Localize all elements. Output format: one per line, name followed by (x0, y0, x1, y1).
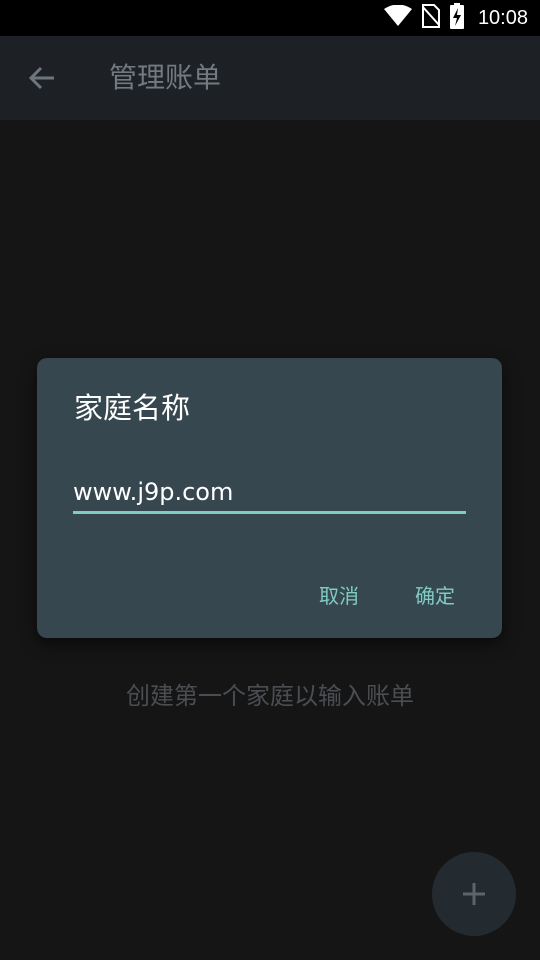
empty-state-text: 创建第一个家庭以输入账单 (126, 682, 414, 710)
status-icons: 10:08 (383, 0, 528, 36)
plus-icon (463, 883, 485, 905)
confirm-button[interactable]: 确定 (409, 578, 461, 614)
dialog-title: 家庭名称 (74, 391, 191, 425)
app-bar: 管理账单 (0, 36, 540, 120)
family-name-input[interactable] (73, 472, 466, 514)
arrow-left-icon[interactable] (24, 60, 60, 96)
cancel-button[interactable]: 取消 (313, 578, 365, 614)
status-bar: 10:08 (0, 0, 540, 36)
add-family-button[interactable] (432, 852, 516, 936)
family-name-dialog: 家庭名称 取消 确定 (37, 358, 502, 638)
no-sim-icon (421, 4, 441, 32)
status-time: 10:08 (477, 6, 528, 29)
battery-charging-icon (449, 3, 464, 33)
wifi-icon (383, 4, 412, 31)
page-title: 管理账单 (109, 61, 222, 94)
